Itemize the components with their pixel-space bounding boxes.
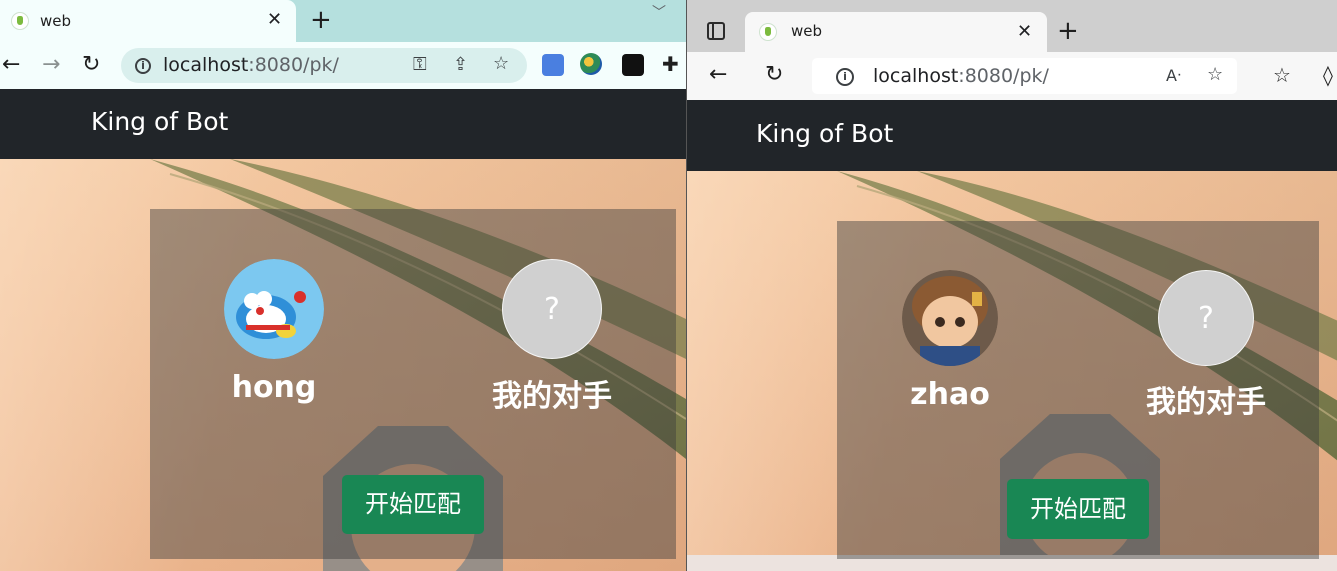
opponent-label: 我的对手	[492, 379, 612, 414]
browser-essentials-icon[interactable]: ◊	[1323, 64, 1333, 86]
address-bar[interactable]: i localhost:8080/pk/ Aᐧ ☆	[812, 58, 1237, 94]
forward-arrow-icon[interactable]: →	[42, 54, 60, 76]
read-aloud-icon[interactable]: Aᐧ	[1166, 67, 1181, 85]
page-navbar: King of Bot	[687, 100, 1337, 171]
reload-icon[interactable]: ↻	[82, 54, 100, 76]
opponent-avatar-placeholder: ?	[502, 259, 602, 359]
url-text[interactable]: localhost:8080/pk/	[873, 65, 1049, 87]
tab-title: web	[791, 22, 823, 40]
player-name: hong	[231, 370, 317, 405]
vue-favicon-icon	[11, 12, 29, 30]
site-info-icon[interactable]: i	[836, 68, 854, 86]
match-panel: zhao ? 我的对手 开始匹配	[837, 221, 1319, 559]
edge-window: web ✕ + ← ↻ i localhost:8080/pk/ Aᐧ ☆ ☆ …	[686, 0, 1337, 571]
opponent-avatar-placeholder: ?	[1158, 270, 1254, 366]
start-match-button[interactable]: 开始匹配	[342, 475, 484, 534]
url-text[interactable]: localhost:8080/pk/	[163, 54, 339, 76]
url-host: localhost	[163, 54, 249, 76]
back-arrow-icon[interactable]: ←	[2, 54, 20, 76]
chrome-tab-web[interactable]: web ✕	[0, 0, 296, 42]
new-tab-button[interactable]: +	[1057, 18, 1079, 44]
address-bar[interactable]: i localhost:8080/pk/ ⚿ ⇪ ☆	[121, 48, 527, 83]
extension-mask-icon[interactable]	[622, 54, 644, 76]
google-translate-icon[interactable]	[542, 54, 564, 76]
opponent-label: 我的对手	[1146, 385, 1266, 420]
reload-icon[interactable]: ↻	[765, 64, 783, 86]
extension-globe-icon[interactable]	[580, 53, 602, 75]
key-icon[interactable]: ⚿	[413, 56, 427, 74]
edge-toolbar: ← ↻ i localhost:8080/pk/ Aᐧ ☆ ☆ ◊	[687, 52, 1337, 100]
brand-link[interactable]: King of Bot	[756, 119, 893, 148]
url-path: :8080/pk/	[958, 65, 1049, 87]
extensions-puzzle-icon[interactable]: ✚	[662, 53, 679, 75]
cartoon-boy-avatar-icon	[902, 270, 998, 366]
start-match-button[interactable]: 开始匹配	[1007, 479, 1149, 539]
share-icon[interactable]: ⇪	[453, 56, 468, 74]
back-arrow-icon[interactable]: ←	[709, 64, 727, 86]
new-tab-button[interactable]: +	[310, 7, 332, 33]
tab-title: web	[40, 12, 72, 30]
page-navbar: King of Bot	[0, 89, 686, 159]
site-info-icon[interactable]: i	[135, 58, 151, 74]
brand-link[interactable]: King of Bot	[91, 107, 228, 136]
add-favorite-icon[interactable]: ☆	[1207, 66, 1223, 84]
vue-favicon-icon	[759, 23, 777, 41]
screen: web ✕ + ﹀ ← → ↻ i localhost:8080/pk/ ⚿ ⇪…	[0, 0, 1337, 571]
url-path: :8080/pk/	[248, 54, 339, 76]
close-tab-icon[interactable]: ✕	[267, 11, 282, 29]
chrome-window: web ✕ + ﹀ ← → ↻ i localhost:8080/pk/ ⚿ ⇪…	[0, 0, 686, 571]
url-host: localhost	[873, 65, 959, 87]
match-panel: hong ? 我的对手 开始匹配	[150, 209, 676, 559]
edge-tab-strip: web ✕ +	[687, 0, 1337, 52]
favorites-icon[interactable]: ☆	[1273, 64, 1291, 86]
doraemon-avatar-icon	[224, 259, 324, 359]
vertical-tabs-icon[interactable]	[707, 22, 725, 40]
player-name: zhao	[910, 377, 990, 412]
edge-tab-web[interactable]: web ✕	[745, 12, 1047, 52]
close-tab-icon[interactable]: ✕	[1017, 23, 1032, 41]
chrome-tab-strip: web ✕ + ﹀	[0, 0, 686, 42]
chrome-toolbar: ← → ↻ i localhost:8080/pk/ ⚿ ⇪ ☆ ✚	[0, 42, 686, 89]
bookmark-star-icon[interactable]: ☆	[493, 55, 509, 73]
tab-search-chevron-icon[interactable]: ﹀	[652, 2, 666, 22]
